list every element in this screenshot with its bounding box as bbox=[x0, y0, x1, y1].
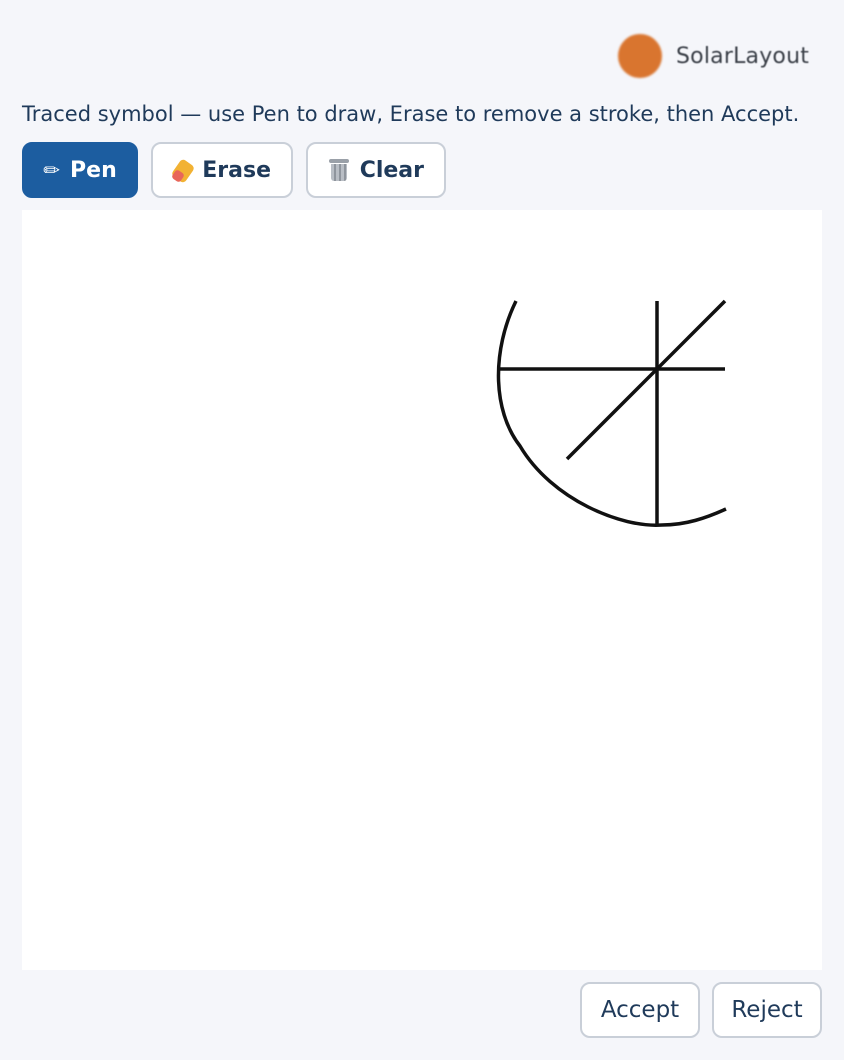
clear-button[interactable]: Clear bbox=[306, 142, 446, 198]
pen-tool-button[interactable]: ✏ Pen bbox=[22, 142, 138, 198]
brand: SolarLayout bbox=[618, 34, 809, 78]
brand-logo bbox=[618, 34, 662, 78]
clear-label: Clear bbox=[359, 157, 424, 183]
instructions-text: Traced symbol — use Pen to draw, Erase t… bbox=[22, 102, 800, 126]
erase-tool-button[interactable]: Erase bbox=[151, 142, 293, 198]
drawing-canvas[interactable] bbox=[22, 210, 822, 970]
pencil-icon: ✏ bbox=[43, 158, 61, 182]
brand-name: SolarLayout bbox=[676, 43, 810, 69]
sponge-eraser-icon bbox=[173, 158, 192, 182]
wastebasket-icon bbox=[328, 158, 350, 182]
stroke-diagonal bbox=[565, 299, 727, 461]
traced-symbol bbox=[496, 299, 727, 527]
accept-button[interactable]: Accept bbox=[580, 982, 700, 1038]
pen-label: Pen bbox=[70, 157, 117, 183]
drawing-toolbar: ✏ Pen Erase Clear bbox=[22, 142, 446, 198]
reject-button[interactable]: Reject bbox=[712, 982, 822, 1038]
erase-label: Erase bbox=[202, 157, 271, 183]
